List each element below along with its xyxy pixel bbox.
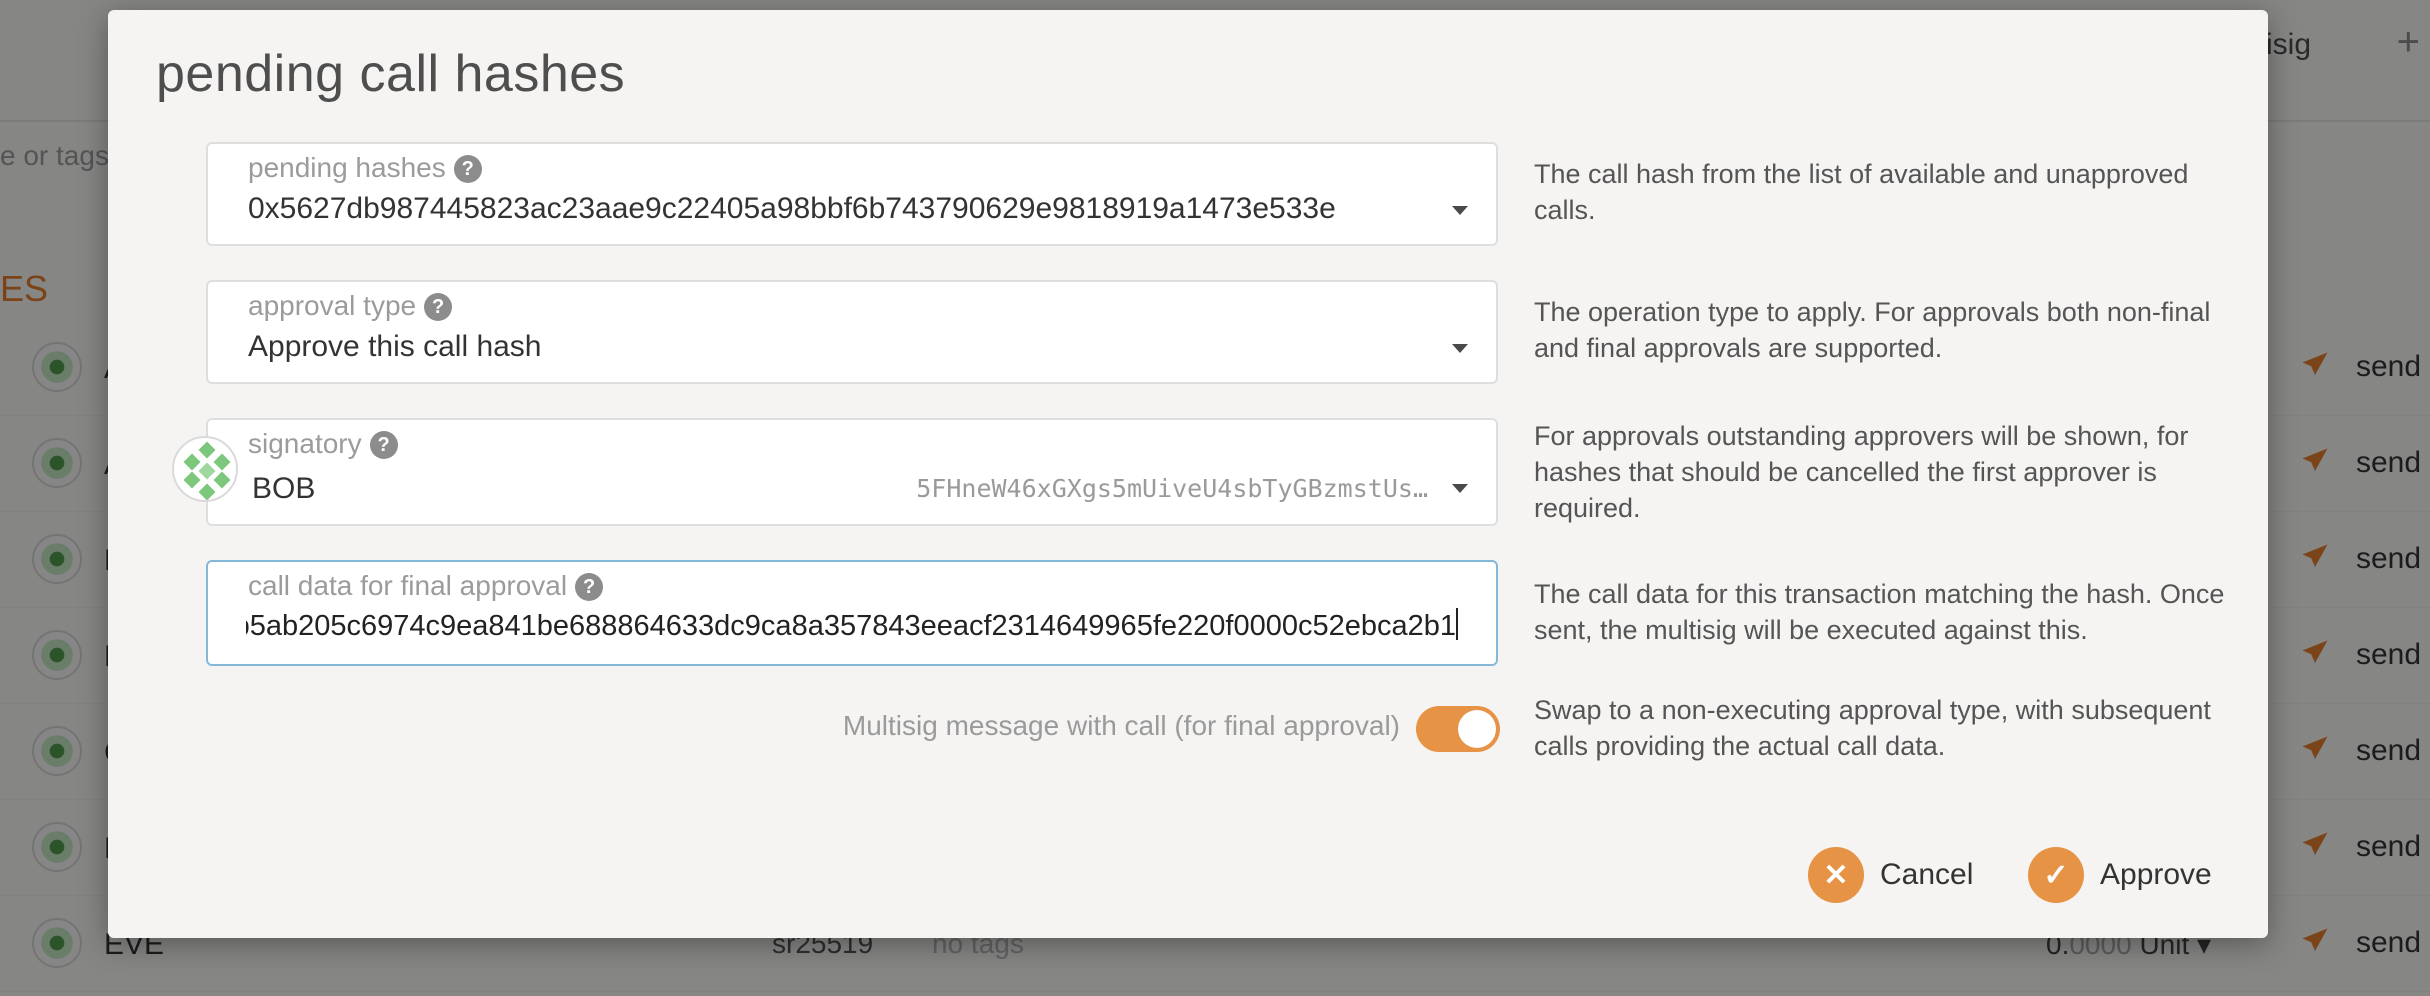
call-data-hint: The call data for this transaction match… (1534, 579, 2225, 645)
multisig-toggle-hint: Swap to a non-executing approval type, w… (1534, 695, 2211, 761)
call-data-value: )0b5ab205c6974c9ea841be688864633dc9ca8a3… (246, 610, 1456, 642)
text-cursor (1456, 608, 1458, 640)
call-data-input[interactable]: call data for final approval? )0b5ab205c… (206, 560, 1498, 666)
signatory-dropdown[interactable]: signatory? BOB 5FHneW46xGXgs5mUiveU4sbTy… (206, 418, 1498, 526)
call-data-label: call data for final approval (248, 570, 568, 601)
signatory-name: BOB (252, 472, 316, 505)
signatory-label: signatory (248, 428, 362, 459)
chevron-down-icon[interactable] (1452, 484, 1468, 493)
multisig-toggle-label: Multisig message with call (for final ap… (842, 710, 1400, 741)
toggle-knob (1458, 710, 1496, 748)
approval-type-label: approval type (248, 290, 417, 321)
help-icon[interactable]: ? (424, 293, 453, 321)
signatory-address: 5FHneW46xGXgs5mUiveU4sbTyGBzmstUs… (916, 474, 1428, 503)
help-icon[interactable]: ? (575, 573, 604, 601)
chevron-down-icon[interactable] (1452, 206, 1468, 215)
pending-call-hashes-modal: pending call hashes pending hashes? 0x56… (108, 10, 2268, 938)
approval-type-value: Approve this call hash (248, 330, 542, 363)
chevron-down-icon[interactable] (1452, 344, 1468, 353)
approve-button[interactable]: ✓ Approve (2028, 846, 2212, 904)
pending-hashes-dropdown[interactable]: pending hashes? 0x5627db987445823ac23aae… (206, 142, 1498, 246)
close-icon: ✕ (1808, 847, 1864, 903)
cancel-button[interactable]: ✕ Cancel (1808, 846, 1973, 904)
multisig-message-toggle[interactable] (1416, 706, 1500, 752)
cancel-label: Cancel (1880, 858, 1974, 891)
pending-hashes-value: 0x5627db987445823ac23aae9c22405a98bbf6b7… (248, 192, 1336, 225)
approve-label: Approve (2100, 858, 2212, 891)
help-icon[interactable]: ? (453, 155, 482, 183)
check-icon: ✓ (2028, 847, 2084, 903)
help-icon[interactable]: ? (369, 431, 398, 459)
approval-type-hint: The operation type to apply. For approva… (1534, 297, 2211, 363)
approval-type-dropdown[interactable]: approval type? Approve this call hash (206, 280, 1498, 384)
signatory-hint: For approvals outstanding approvers will… (1534, 421, 2189, 523)
pending-hashes-hint: The call hash from the list of available… (1534, 159, 2189, 225)
pending-hashes-label: pending hashes (248, 152, 446, 183)
modal-title: pending call hashes (156, 45, 626, 103)
signatory-identicon (172, 436, 238, 502)
